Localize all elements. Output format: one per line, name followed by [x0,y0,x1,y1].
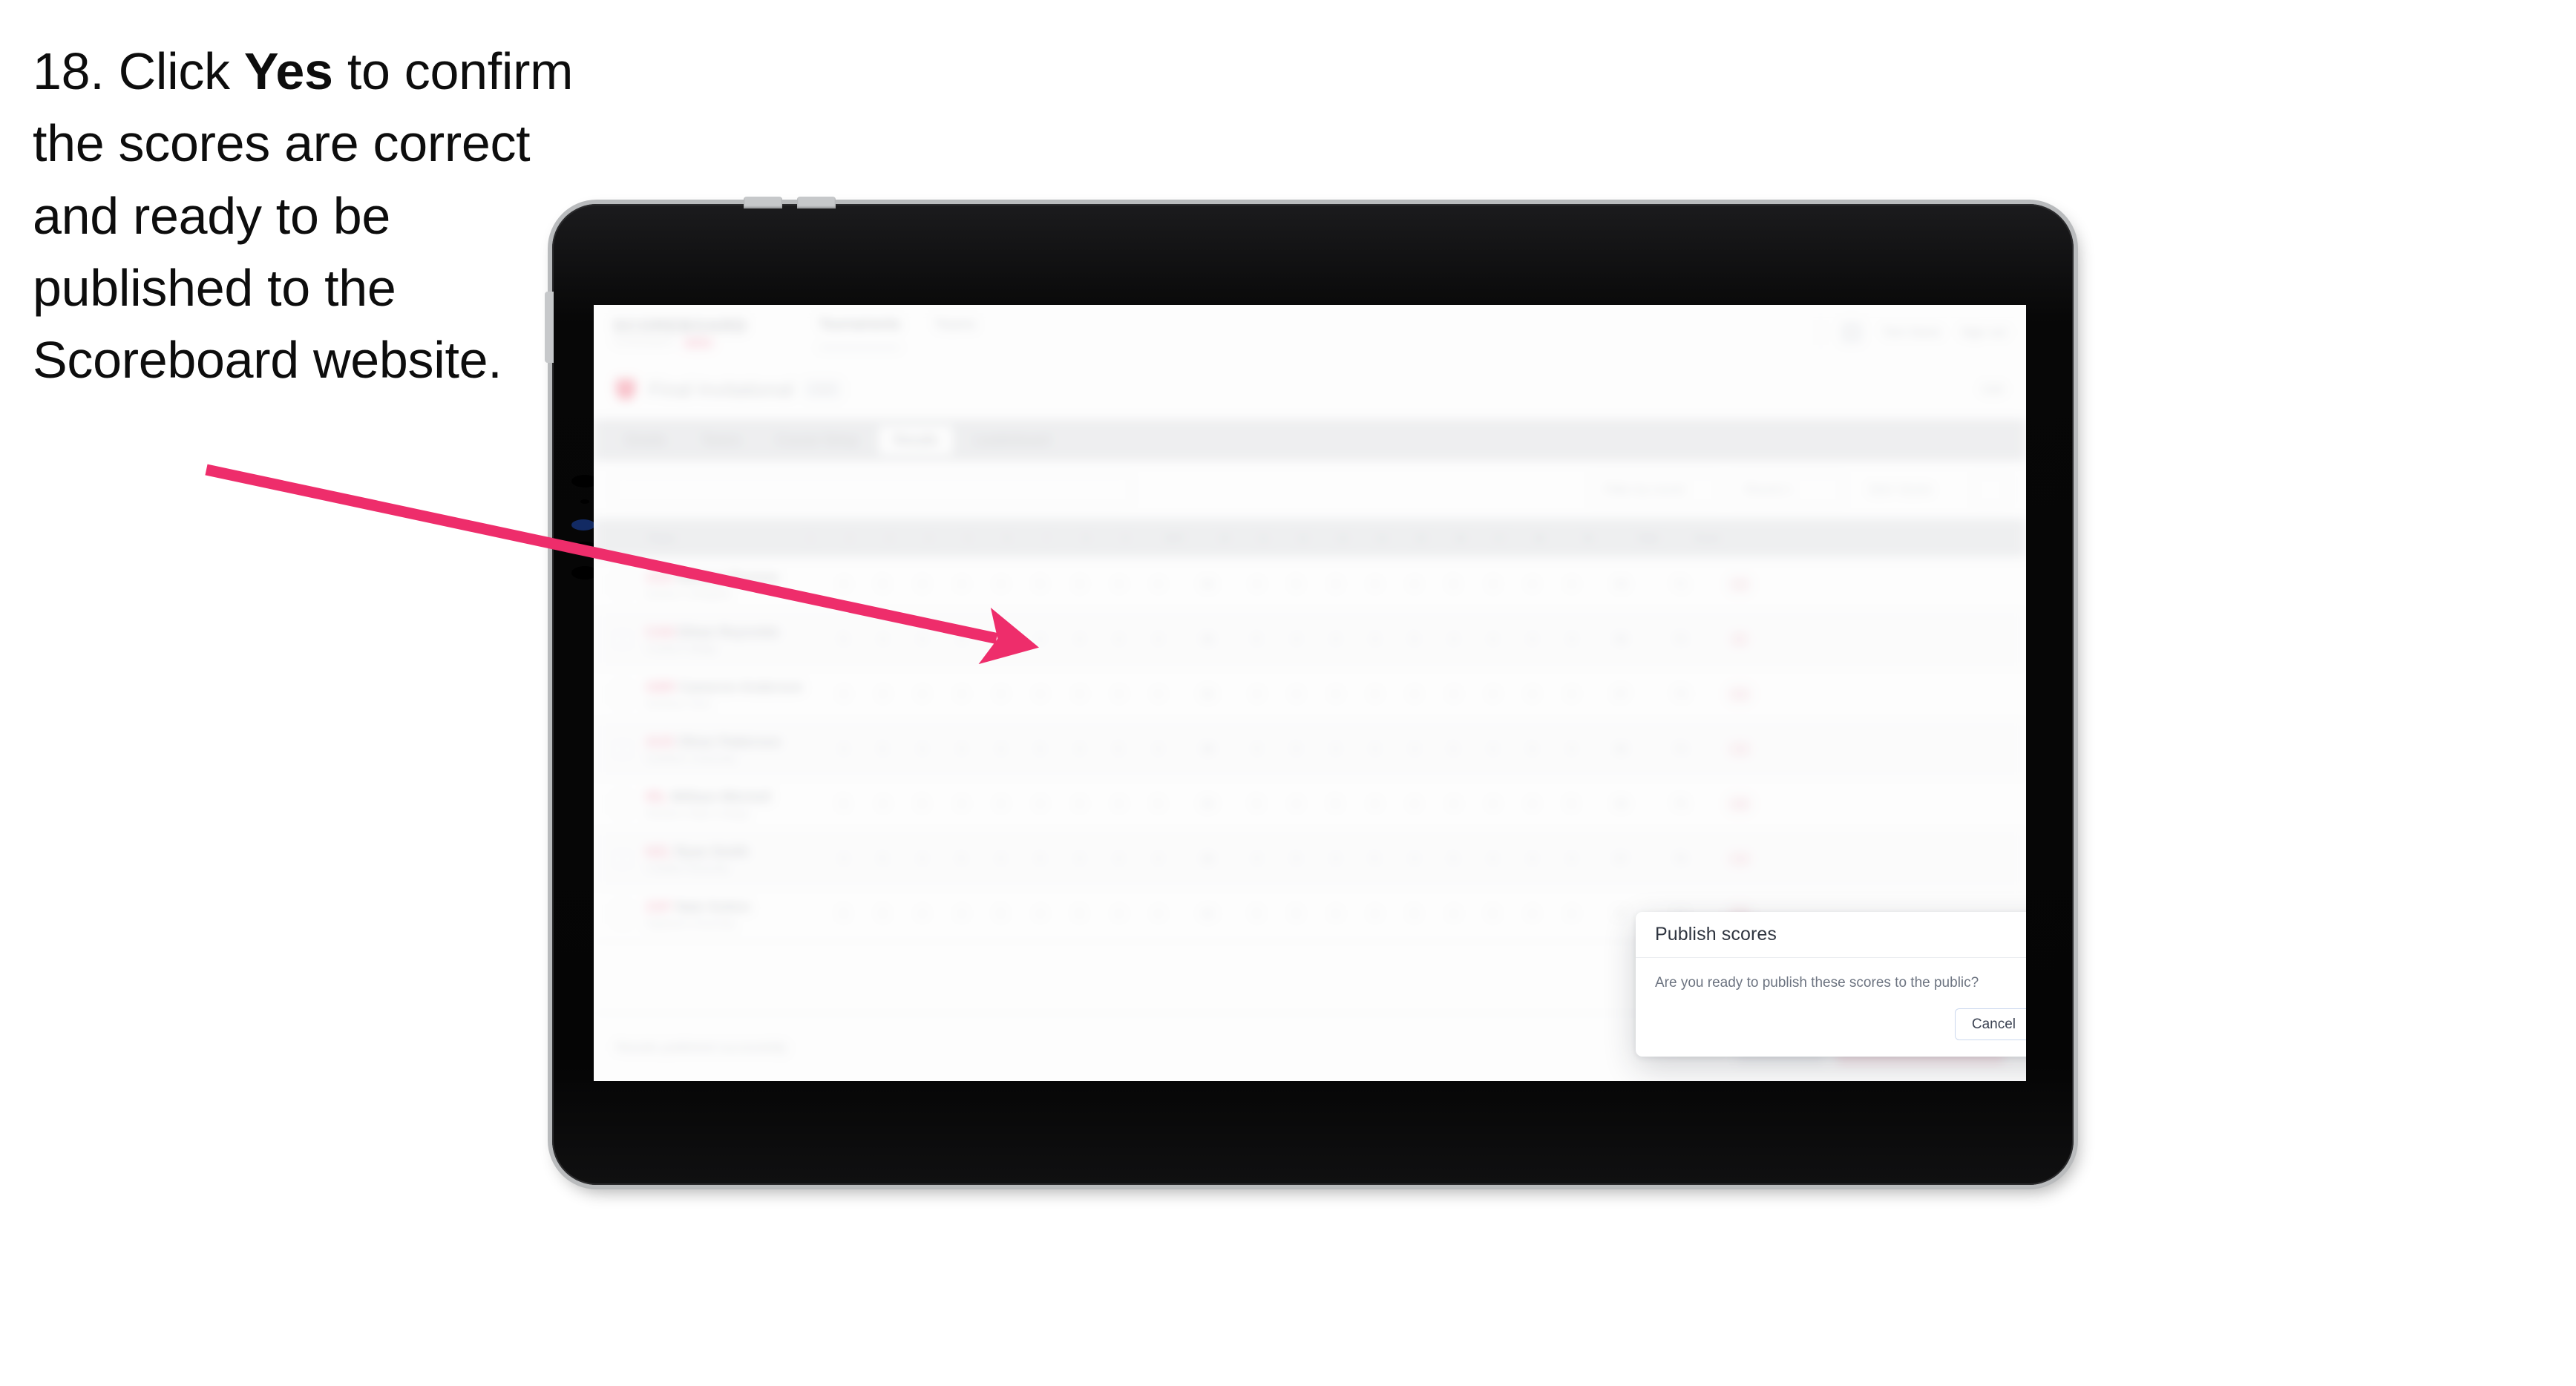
tablet-device: SCOREBOARD TOURNAMENT BETA Tournaments T… [545,197,2074,1185]
page-root: 18. Click Yes to confirm the scores are … [0,0,2576,1386]
instruction-step-number: 18. [33,42,105,100]
dialog-title: Publish scores [1655,924,1777,945]
dialog-message: Are you ready to publish these scores to… [1655,975,1979,991]
tablet-screen: SCOREBOARD TOURNAMENT BETA Tournaments T… [594,305,2026,1081]
indicator-led [571,519,595,531]
instruction-bold-term: Yes [243,42,333,100]
volume-button[interactable] [797,197,836,208]
instruction-before-bold: Click [104,42,244,100]
dialog-actions: Cancel Yes [1954,1008,2026,1040]
dialog-header: Publish scores ✕ [1636,912,2026,958]
speaker-jack-2 [580,499,589,504]
side-port [545,292,554,363]
dialog-body: Are you ready to publish these scores to… [1636,958,2026,991]
instruction-text: 18. Click Yes to confirm the scores are … [33,36,597,396]
cancel-button[interactable]: Cancel [1954,1008,2026,1040]
power-button[interactable] [744,197,782,208]
publish-scores-dialog: Publish scores ✕ Are you ready to publis… [1636,912,2026,1057]
